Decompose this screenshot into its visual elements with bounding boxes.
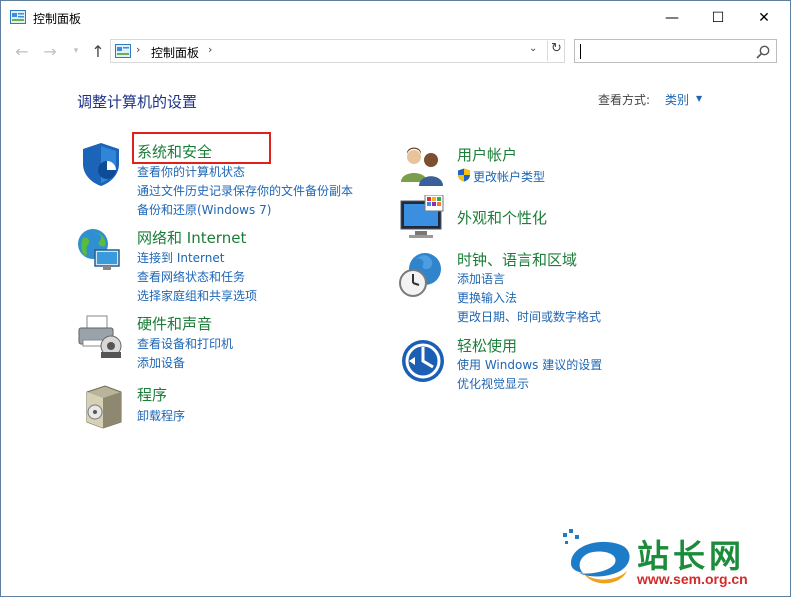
programs-box-icon[interactable] xyxy=(81,382,129,430)
category-network-internet[interactable]: 网络和 Internet xyxy=(137,227,246,248)
link-homegroup-sharing[interactable]: 选择家庭组和共享选项 xyxy=(137,287,257,304)
link-change-input-method[interactable]: 更换输入法 xyxy=(457,289,517,306)
network-globe-icon[interactable] xyxy=(75,226,123,274)
breadcrumb-control-panel[interactable]: 控制面板 xyxy=(151,44,199,61)
link-devices-printers[interactable]: 查看设备和打印机 xyxy=(137,335,233,352)
view-by-chevron-icon[interactable]: ▼ xyxy=(696,94,702,103)
ease-of-access-icon[interactable] xyxy=(399,337,447,385)
link-view-computer-status[interactable]: 查看你的计算机状态 xyxy=(137,163,245,180)
minimize-button[interactable]: — xyxy=(649,1,695,34)
address-bar[interactable]: › 控制面板 › ⌄ ↻ xyxy=(110,39,565,63)
watermark-url: www.sem.org.cn xyxy=(637,571,748,587)
close-button[interactable]: ✕ xyxy=(741,1,787,34)
view-by-dropdown[interactable]: 类别 xyxy=(665,91,689,108)
search-icon[interactable] xyxy=(755,44,771,60)
breadcrumb-separator-icon[interactable]: › xyxy=(208,43,212,56)
maximize-button[interactable]: ☐ xyxy=(695,1,741,34)
shield-icon[interactable] xyxy=(77,140,125,188)
page-title: 调整计算机的设置 xyxy=(77,93,198,111)
back-arrow-icon[interactable]: ← xyxy=(11,40,33,62)
forward-arrow-icon[interactable]: → xyxy=(39,40,61,62)
link-file-history-backup[interactable]: 通过文件历史记录保存你的文件备份副本 xyxy=(137,182,353,199)
title-bar: 控制面板 — ☐ ✕ xyxy=(1,1,790,34)
link-add-device[interactable]: 添加设备 xyxy=(137,354,185,371)
link-add-language[interactable]: 添加语言 xyxy=(457,270,505,287)
users-icon[interactable] xyxy=(399,142,447,190)
navigation-bar: ← → ▾ ↑ › 控制面板 › ⌄ ↻ xyxy=(1,37,790,65)
breadcrumb-separator-icon[interactable]: › xyxy=(136,43,140,56)
link-uninstall-program[interactable]: 卸载程序 xyxy=(137,407,185,424)
category-user-accounts[interactable]: 用户帐户 xyxy=(457,144,517,165)
category-programs[interactable]: 程序 xyxy=(137,384,167,405)
address-dropdown-chevron-icon[interactable]: ⌄ xyxy=(529,43,537,54)
recent-locations-chevron-icon[interactable]: ▾ xyxy=(65,40,87,62)
category-system-security[interactable]: 系统和安全 xyxy=(137,141,212,162)
link-change-date-time-format[interactable]: 更改日期、时间或数字格式 xyxy=(457,308,601,325)
control-panel-small-icon xyxy=(115,44,131,58)
clock-globe-icon[interactable] xyxy=(397,251,445,299)
link-connect-internet[interactable]: 连接到 Internet xyxy=(137,249,224,266)
monitor-palette-icon[interactable] xyxy=(399,195,447,243)
control-panel-window: 控制面板 — ☐ ✕ ← → ▾ ↑ › 控制面板 › ⌄ ↻ 调整计算机的设置… xyxy=(0,0,791,597)
text-caret xyxy=(580,44,581,59)
link-network-status[interactable]: 查看网络状态和任务 xyxy=(137,268,245,285)
view-by-label: 查看方式: xyxy=(598,93,651,107)
category-ease-of-access[interactable]: 轻松使用 xyxy=(457,335,517,356)
search-input[interactable] xyxy=(574,39,777,63)
link-optimize-visual-display[interactable]: 优化视觉显示 xyxy=(457,375,529,392)
category-hardware-sound[interactable]: 硬件和声音 xyxy=(137,313,212,334)
window-title: 控制面板 xyxy=(33,12,82,26)
category-appearance[interactable]: 外观和个性化 xyxy=(457,207,547,228)
up-arrow-icon[interactable]: ↑ xyxy=(87,40,109,62)
category-clock-region[interactable]: 时钟、语言和区域 xyxy=(457,249,577,270)
refresh-icon[interactable]: ↻ xyxy=(547,41,565,61)
link-change-account-type[interactable]: 更改帐户类型 xyxy=(473,168,545,185)
link-windows-recommended-settings[interactable]: 使用 Windows 建议的设置 xyxy=(457,356,602,373)
link-backup-restore[interactable]: 备份和还原(Windows 7) xyxy=(137,201,271,218)
uac-shield-icon xyxy=(458,168,470,182)
printer-icon[interactable] xyxy=(75,312,123,360)
control-panel-icon xyxy=(10,10,26,24)
